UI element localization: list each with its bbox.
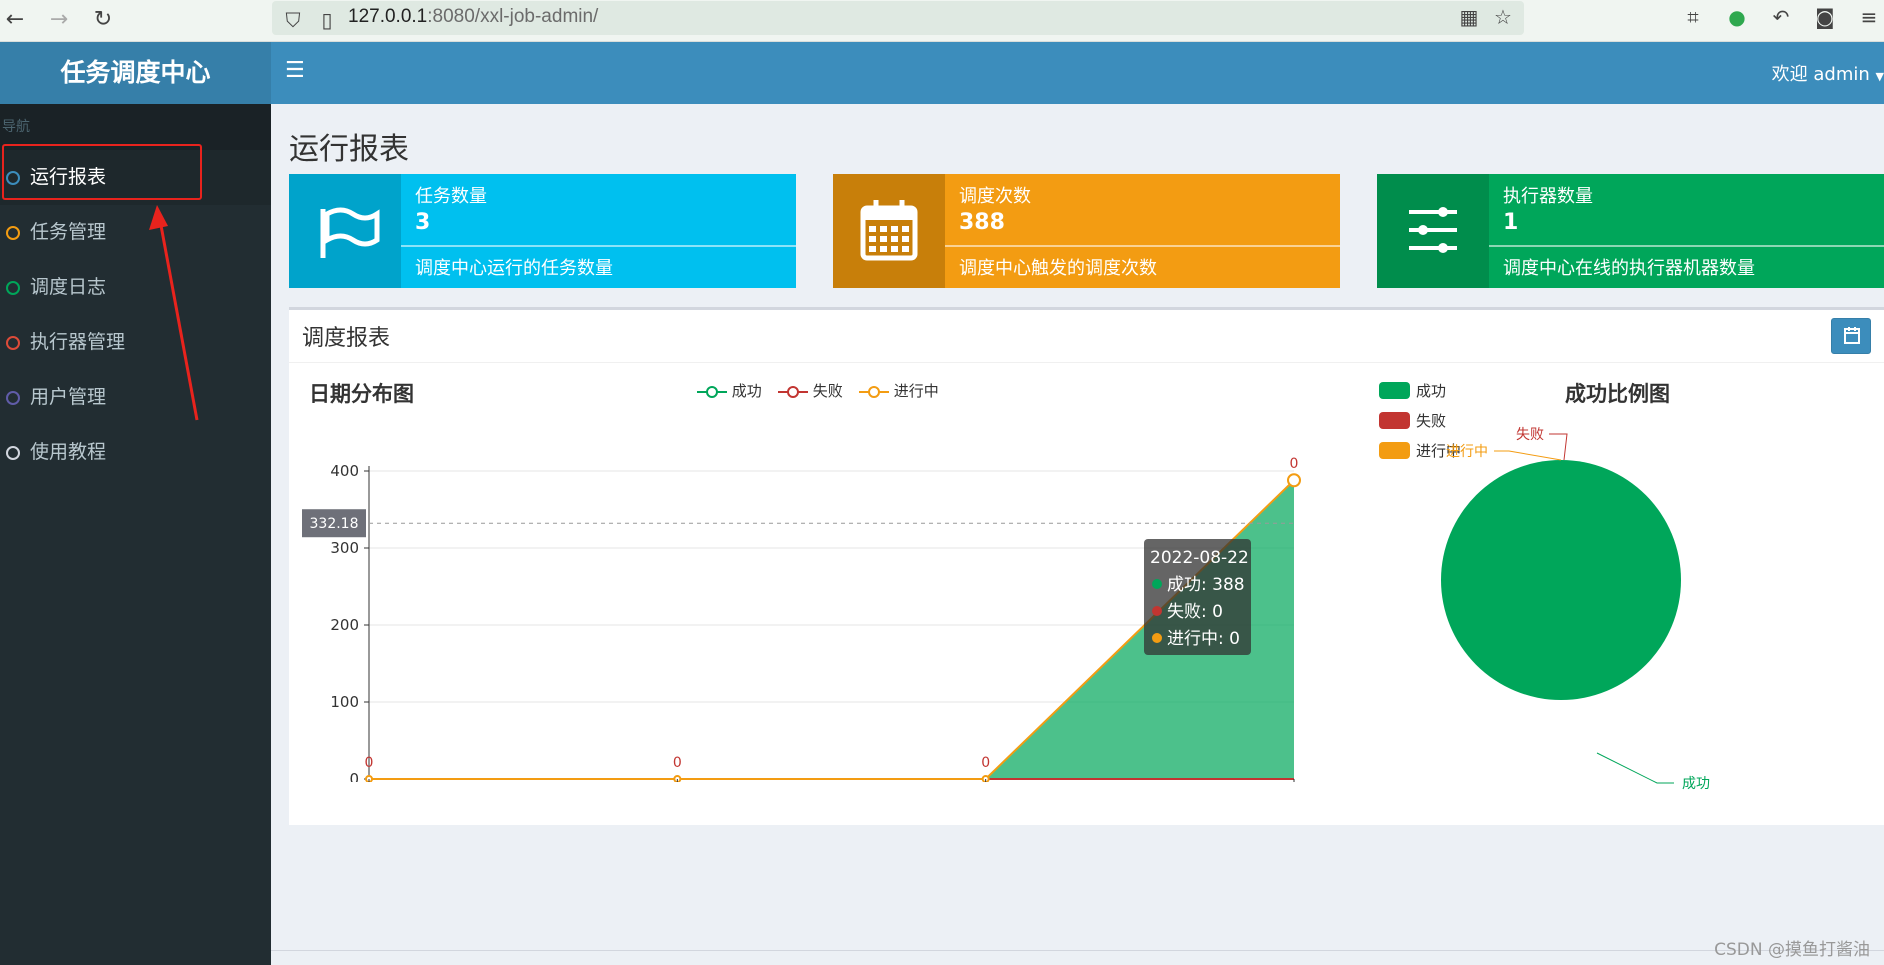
sidebar-item-label: 调度日志 [30,276,107,298]
page-title: 运行报表 [289,132,409,167]
calendar-icon [1844,327,1860,344]
top-header: ☰ 欢迎 admin ▼ [271,42,1884,104]
watermark: CSDN @摸鱼打酱油 [1714,940,1870,960]
flag-icon [289,174,401,288]
success-ratio-chart[interactable]: 成功 失败进行中 [1369,362,1884,802]
circle-icon [6,446,20,460]
tooltip-marker [1152,606,1162,616]
sidebar-item-3[interactable]: 调度日志 [0,260,271,315]
sidebar-item-6[interactable]: 使用教程 [0,425,271,480]
tooltip-line: 成功: 388 [1167,575,1245,595]
page-icon: ▯ [321,8,333,32]
pie-label: 成功 [1682,776,1710,792]
info-box-label: 执行器数量 [1503,186,1593,207]
panel-title: 调度报表 [302,326,391,351]
progress-divider [945,245,1340,247]
info-box-1: 任务数量 3 调度中心运行的任务数量 [289,174,796,288]
pie-label: 失败 [1516,427,1544,443]
info-box-description: 调度中心在线的执行器机器数量 [1503,258,1755,279]
data-label: 0 [673,755,682,771]
data-point [1287,473,1301,488]
info-box-label: 调度次数 [959,186,1031,207]
url-text[interactable]: 127.0.0.1:8080/xxl-job-admin/ [348,6,598,28]
tooltip-line: 进行中: 0 [1167,629,1240,649]
caret-down-icon: ▼ [1875,70,1884,83]
welcome-text: 欢迎 admin [1771,64,1870,85]
y-tick-label: 200 [330,616,359,634]
info-box-description: 调度中心运行的任务数量 [415,258,613,279]
shield-icon: ⛉ [285,8,301,32]
y-tick-label: 400 [330,462,359,480]
extension-icon[interactable]: ● [1724,4,1750,30]
sidebar-item-4[interactable]: 执行器管理 [0,315,271,370]
circle-icon [6,391,20,405]
info-box-number: 3 [415,210,431,235]
menu-icon[interactable]: ≡ [1856,4,1882,30]
progress-divider [401,245,796,247]
report-panel: 调度报表 日期分布图 成功 失败 进行中 01002003004002022-0… [289,307,1884,825]
pie-slice [1441,460,1681,700]
circle-icon [6,226,20,240]
data-label: 0 [1290,456,1299,472]
annotation-highlight-box [2,144,202,200]
url-host: 127.0.0.1 [348,6,428,27]
sidebar-item-2[interactable]: 任务管理 [0,205,271,260]
data-label: 0 [365,755,374,771]
forward-icon[interactable]: → [44,5,74,35]
info-box-2: 调度次数 388 调度中心触发的调度次数 [833,174,1340,288]
sidebar-item-label: 执行器管理 [30,331,126,353]
sidebar-item-label: 任务管理 [30,221,107,243]
info-box-number: 1 [1503,210,1519,235]
crop-icon[interactable]: ⌗ [1680,4,1706,30]
progress-divider [1489,245,1884,247]
circle-icon [6,336,20,350]
footer-divider [271,950,1884,951]
app-logo[interactable]: 任务调度中心 [0,42,271,104]
y-tick-label: 100 [330,693,359,711]
pie-label-line [1596,752,1674,784]
tooltip-marker [1152,579,1162,589]
sidebar-toggle-icon[interactable]: ☰ [285,58,305,83]
back-icon[interactable]: ← [0,5,30,35]
circle-icon [6,281,20,295]
tooltip-line: 失败: 0 [1167,602,1223,622]
y-tick-label: 300 [330,539,359,557]
y-pointer-label: 332.18 [310,516,359,532]
star-icon[interactable]: ☆ [1490,4,1516,30]
info-box-label: 任务数量 [415,186,487,207]
data-label: 0 [981,755,990,771]
sidebar-item-label: 用户管理 [30,386,107,408]
pie-label-line [1549,433,1568,461]
calendar-icon [833,174,945,288]
undo-icon[interactable]: ↶ [1768,4,1794,30]
pie-label: 进行中 [1446,444,1488,460]
sidebar-item-label: 使用教程 [30,441,107,463]
profile-icon[interactable]: ◙ [1812,4,1838,30]
sliders-icon [1377,174,1489,288]
tooltip-marker [1152,633,1162,643]
reload-icon[interactable]: ↻ [88,5,118,35]
qr-code-icon[interactable]: ▦ [1456,4,1482,30]
browser-toolbar: ← → ↻ ⛉ ▯ 127.0.0.1:8080/xxl-job-admin/ … [0,0,1884,42]
pie-label-line [1494,450,1562,461]
sidebar-item-5[interactable]: 用户管理 [0,370,271,425]
tooltip-title: 2022-08-22 [1150,548,1249,568]
date-range-button[interactable] [1831,318,1871,354]
y-tick-label: 0 [349,770,359,782]
url-path: :8080/xxl-job-admin/ [427,6,599,27]
info-box-number: 388 [959,210,1005,235]
info-box-3: 执行器数量 1 调度中心在线的执行器机器数量 [1377,174,1884,288]
info-box-description: 调度中心触发的调度次数 [959,258,1157,279]
annotation-arrow [149,205,199,421]
user-menu[interactable]: 欢迎 admin ▼ [1772,60,1884,86]
date-distribution-chart[interactable]: 01002003004002022-08-192022-08-202022-08… [289,362,1369,782]
